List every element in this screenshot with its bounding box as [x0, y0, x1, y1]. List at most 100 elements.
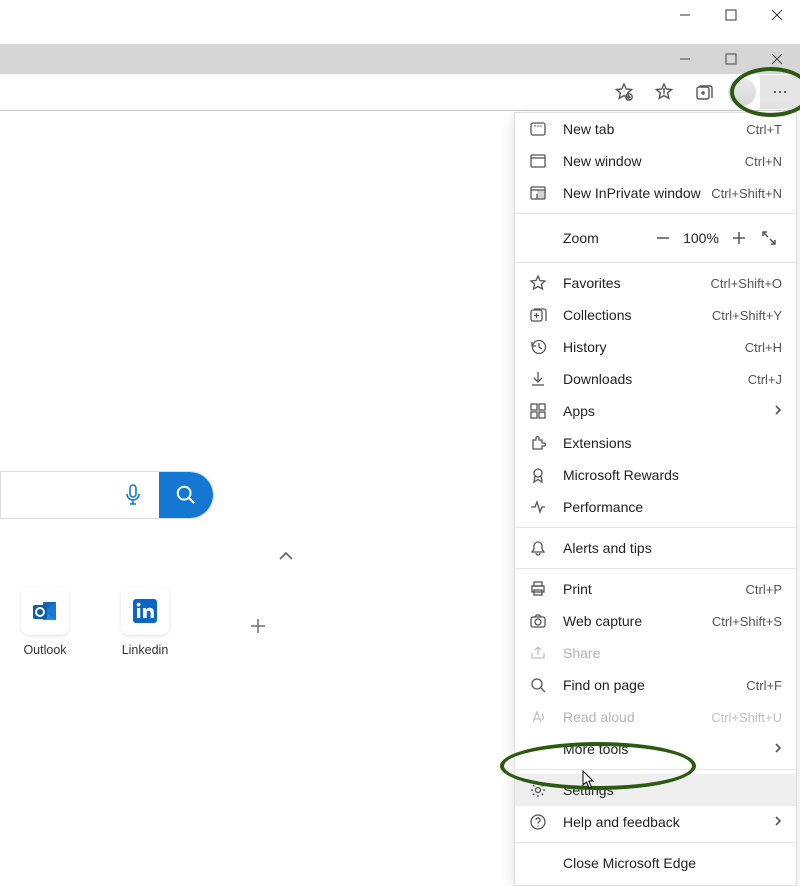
chevron-right-icon [774, 403, 782, 419]
menu-label: New InPrivate window [563, 185, 711, 201]
menu-shortcut: Ctrl+F [746, 678, 782, 693]
menu-label: Print [563, 581, 746, 597]
performance-icon [529, 498, 547, 516]
menu-new-window[interactable]: New window Ctrl+N [515, 145, 796, 177]
menu-favorites[interactable]: Favorites Ctrl+Shift+O [515, 267, 796, 299]
menu-label: Web capture [563, 613, 712, 629]
add-favorite-button[interactable] [604, 75, 644, 109]
new-window-icon [529, 152, 547, 170]
menu-share: Share [515, 637, 796, 669]
menu-shortcut: Ctrl+Shift+O [710, 276, 782, 291]
menu-label: Close Microsoft Edge [563, 855, 782, 871]
search-box[interactable] [0, 471, 214, 519]
menu-label: History [563, 339, 745, 355]
os-minimize-button[interactable] [662, 0, 708, 30]
find-icon [529, 676, 547, 694]
os-close-button[interactable] [754, 0, 800, 30]
menu-label: Read aloud [563, 709, 711, 725]
menu-label: Performance [563, 499, 782, 515]
menu-shortcut: Ctrl+P [746, 582, 782, 597]
alerts-icon [529, 539, 547, 557]
outlook-icon [21, 587, 69, 635]
menu-more-tools[interactable]: More tools [515, 733, 796, 765]
tile-label: Outlook [0, 643, 90, 657]
zoom-value: 100% [678, 230, 724, 246]
apps-icon [529, 402, 547, 420]
print-icon [529, 580, 547, 598]
menu-performance[interactable]: Performance [515, 491, 796, 523]
menu-alerts[interactable]: Alerts and tips [515, 532, 796, 564]
menu-new-inprivate[interactable]: New InPrivate window Ctrl+Shift+N [515, 177, 796, 209]
menu-find[interactable]: Find on page Ctrl+F [515, 669, 796, 701]
menu-close-edge[interactable]: Close Microsoft Edge [515, 847, 796, 879]
browser-close-button[interactable] [754, 44, 800, 74]
extensions-icon [529, 434, 547, 452]
menu-label: Apps [563, 403, 770, 419]
menu-label: Extensions [563, 435, 782, 451]
tile-linkedin[interactable]: Linkedin [100, 587, 190, 657]
menu-apps[interactable]: Apps [515, 395, 796, 427]
menu-print[interactable]: Print Ctrl+P [515, 573, 796, 605]
menu-web-capture[interactable]: Web capture Ctrl+Shift+S [515, 605, 796, 637]
collections-button[interactable] [684, 75, 724, 109]
zoom-out-button[interactable] [648, 230, 678, 246]
menu-separator [515, 568, 796, 569]
menu-settings[interactable]: Settings [515, 774, 796, 806]
favorite-icon [529, 274, 547, 292]
help-icon [529, 813, 547, 831]
settings-and-more-button[interactable] [760, 75, 800, 109]
linkedin-icon [121, 587, 169, 635]
menu-separator [515, 213, 796, 214]
os-maximize-button[interactable] [708, 0, 754, 30]
menu-zoom-row: Zoom 100% [515, 218, 796, 258]
menu-read-aloud: Read aloud Ctrl+Shift+U [515, 701, 796, 733]
collections-icon [529, 306, 547, 324]
browser-toolbar [0, 74, 800, 111]
menu-label: Share [563, 645, 782, 661]
menu-help[interactable]: Help and feedback [515, 806, 796, 838]
new-tab-icon [529, 120, 547, 138]
menu-shortcut: Ctrl+Shift+U [711, 710, 782, 725]
inprivate-icon [529, 184, 547, 202]
fullscreen-button[interactable] [754, 230, 784, 246]
menu-label: More tools [563, 741, 770, 757]
menu-label: Help and feedback [563, 814, 770, 830]
menu-label: Collections [563, 307, 712, 323]
add-tile-button[interactable] [240, 608, 276, 644]
menu-downloads[interactable]: Downloads Ctrl+J [515, 363, 796, 395]
read-aloud-icon [529, 708, 547, 726]
menu-shortcut: Ctrl+Shift+Y [712, 308, 782, 323]
menu-rewards[interactable]: Microsoft Rewards [515, 459, 796, 491]
zoom-in-button[interactable] [724, 230, 754, 246]
menu-separator [515, 769, 796, 770]
menu-collections[interactable]: Collections Ctrl+Shift+Y [515, 299, 796, 331]
menu-shortcut: Ctrl+T [746, 122, 782, 137]
menu-label: Microsoft Rewards [563, 467, 782, 483]
collapse-toggle[interactable] [278, 548, 294, 564]
chevron-right-icon [774, 814, 782, 830]
zoom-label: Zoom [563, 230, 648, 246]
blank-icon [529, 854, 547, 872]
menu-extensions[interactable]: Extensions [515, 427, 796, 459]
menu-separator [515, 262, 796, 263]
menu-shortcut: Ctrl+N [745, 154, 782, 169]
browser-minimize-button[interactable] [662, 44, 708, 74]
menu-history[interactable]: History Ctrl+H [515, 331, 796, 363]
settings-and-more-menu: New tab Ctrl+T New window Ctrl+N New InP… [514, 112, 797, 886]
share-icon [529, 644, 547, 662]
browser-maximize-button[interactable] [708, 44, 754, 74]
tile-outlook[interactable]: Outlook [0, 587, 90, 657]
menu-new-tab[interactable]: New tab Ctrl+T [515, 113, 796, 145]
blank-icon [529, 740, 547, 758]
favorites-button[interactable] [644, 75, 684, 109]
profile-avatar[interactable] [728, 78, 756, 106]
menu-label: Alerts and tips [563, 540, 782, 556]
menu-label: Downloads [563, 371, 748, 387]
browser-tabbar [0, 44, 800, 74]
settings-icon [529, 781, 547, 799]
menu-separator [515, 842, 796, 843]
chevron-right-icon [774, 741, 782, 757]
menu-label: New window [563, 153, 745, 169]
search-submit-button[interactable] [159, 472, 213, 518]
voice-search-button[interactable] [1, 472, 159, 518]
